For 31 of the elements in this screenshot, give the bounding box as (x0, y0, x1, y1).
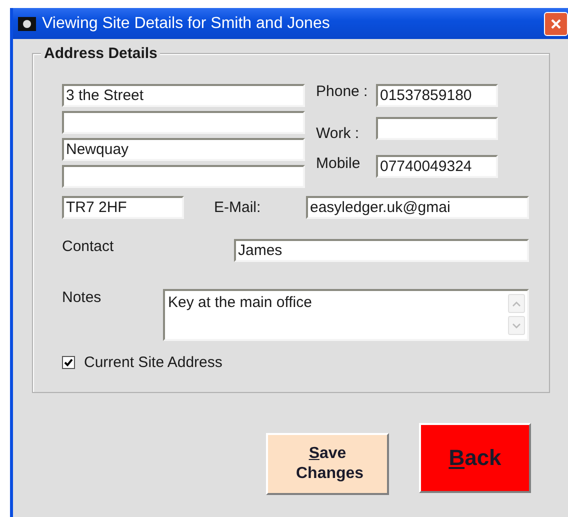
input-field[interactable]: 07740049324 (376, 155, 498, 178)
save-button[interactable]: Save Changes (266, 433, 389, 495)
field-label: Contact (62, 238, 115, 257)
notes-text: Key at the main office (168, 294, 312, 311)
close-button[interactable] (544, 12, 568, 36)
field-label: E-Mail: (214, 198, 262, 216)
checkbox-label: Current Site Address (84, 354, 222, 371)
up-chevron-icon (512, 300, 521, 306)
input-field[interactable]: 01537859180 (376, 84, 498, 107)
input-field[interactable]: TR7 2HF (62, 196, 184, 219)
input-field[interactable]: easyledger.uk@gmai (306, 196, 529, 219)
input-field[interactable] (62, 165, 305, 188)
close-icon (550, 18, 562, 30)
field-label: Mobile (316, 155, 362, 173)
checkbox[interactable] (62, 356, 75, 369)
scrollbar[interactable] (508, 294, 525, 335)
app-icon (18, 16, 36, 30)
field-label: Notes (62, 289, 102, 308)
field-label: Work : (316, 125, 360, 143)
input-field[interactable]: Newquay (62, 138, 305, 161)
input-field[interactable] (62, 111, 305, 134)
scroll-down-button[interactable] (508, 316, 525, 335)
input-field[interactable] (376, 117, 498, 140)
back-button[interactable]: Back (419, 423, 531, 493)
down-chevron-icon (512, 322, 521, 328)
notes-field[interactable]: Key at the main office (163, 289, 529, 341)
field-label: Phone : (316, 83, 369, 101)
scroll-up-button[interactable] (508, 294, 525, 313)
input-field[interactable]: James (234, 239, 529, 262)
window-title: Viewing Site Details for Smith and Jones (42, 14, 331, 32)
input-field[interactable]: 3 the Street (62, 84, 305, 107)
